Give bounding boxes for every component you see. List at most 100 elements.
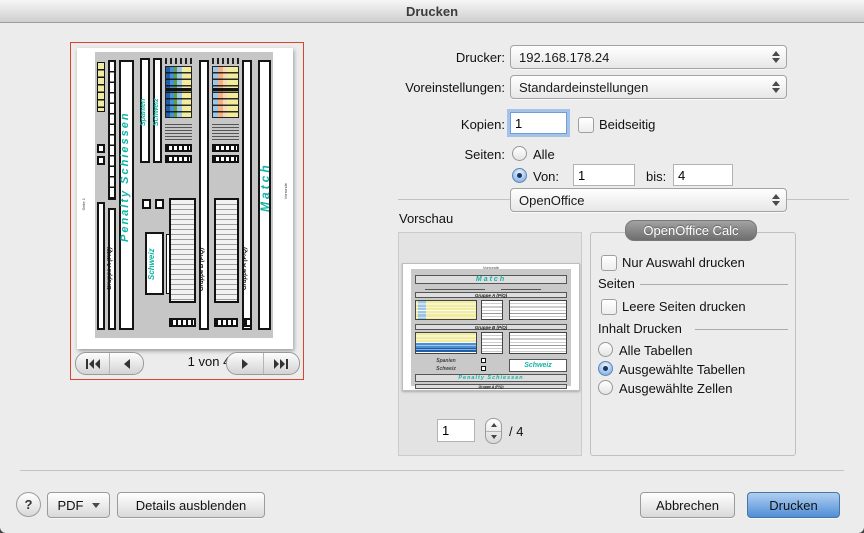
preview-shape [214, 318, 238, 327]
empty-pages-label: Leere Seiten drucken [622, 299, 746, 314]
preview-shape [481, 300, 503, 320]
preview-shape [212, 155, 239, 163]
preview-shape [108, 60, 116, 200]
stepper-down-button[interactable] [486, 432, 501, 444]
duplex-label: Beidseitig [599, 117, 655, 132]
last-page-button[interactable] [264, 353, 300, 374]
preview-team-switzerland: Schweiz [153, 77, 160, 147]
printer-popup-value: 192.168.178.24 [519, 50, 609, 65]
preview-shape [425, 287, 485, 290]
preview-round-label: Vorrunde [283, 183, 288, 199]
calc-panel-title: OpenOffice Calc [625, 220, 757, 241]
preview-colored-table-2 [212, 66, 239, 118]
pages-label: Seiten: [465, 147, 505, 162]
vorschau-label: Vorschau [399, 211, 453, 226]
pages-range-radio[interactable] [512, 168, 527, 183]
pages-to-label: bis: [646, 169, 666, 184]
popup-arrows-icon [772, 194, 780, 206]
preview-group-a-right: Gruppe A (P/Q) [242, 214, 248, 324]
details-toggle-button[interactable]: Details ausblenden [117, 492, 265, 518]
duplex-checkbox[interactable] [578, 117, 594, 133]
preview-shape [501, 287, 541, 290]
popup-arrows-icon [772, 51, 780, 63]
pdf-menu-button[interactable]: PDF [47, 492, 110, 518]
preview-pane: Seite 1 Vorrunde Gruppe A (P/Q) Penalty … [70, 42, 304, 380]
app-options-popup[interactable]: OpenOffice [510, 188, 787, 212]
vorschau-penalty-bar: Penalty Schiessen [415, 374, 567, 382]
section-line [640, 284, 788, 285]
preview-shape [481, 366, 486, 371]
only-selection-checkbox[interactable] [601, 255, 617, 271]
pages-section-label: Seiten [598, 276, 635, 291]
preview-shape [243, 318, 252, 327]
content-section-label: Inhalt Drucken [598, 321, 682, 336]
preview-shape [415, 300, 477, 320]
help-icon: ? [25, 497, 33, 512]
preview-group-a-left: Gruppe A (P/Q) [107, 214, 113, 324]
all-tables-label: Alle Tabellen [619, 343, 692, 358]
preview-page-thumbnail: Seite 1 Vorrunde Gruppe A (P/Q) Penalty … [77, 48, 293, 349]
popup-arrows-icon [772, 81, 780, 93]
vorschau-page-total: / 4 [509, 424, 523, 439]
cancel-button[interactable]: Abbrechen [640, 492, 735, 518]
app-options-popup-value: OpenOffice [519, 193, 585, 208]
vorschau-page-stepper [485, 418, 502, 444]
selected-tables-radio[interactable] [598, 361, 613, 376]
preview-shape [97, 202, 105, 330]
preview-shape [165, 155, 192, 163]
preview-shape [212, 144, 239, 152]
footer-separator [20, 470, 844, 471]
presets-label: Voreinstellungen: [405, 80, 505, 95]
preview-colored-table-1 [165, 66, 192, 118]
preview-shape [155, 199, 164, 209]
previous-page-icon [122, 359, 132, 369]
pages-to-input[interactable] [673, 164, 733, 186]
preview-nav-back-group [75, 352, 144, 375]
stepper-up-button[interactable] [486, 419, 501, 432]
preview-shape [415, 332, 477, 354]
vorschau-sheet-area: Match Gruppe A (P/Q) Gruppe B (P/Q) [411, 269, 571, 386]
vorschau-team-switzerland: Schweiz [423, 366, 469, 372]
printer-label: Drucker: [456, 50, 505, 65]
pages-from-input[interactable] [573, 164, 635, 186]
preview-shape [212, 122, 239, 140]
vorschau-box: Vorrunde Seite 1 Match Gruppe A (P/Q) Gr… [398, 232, 582, 456]
selected-tables-label: Ausgewählte Tabellen [619, 362, 745, 377]
chevron-down-icon [92, 503, 100, 508]
preview-shape [97, 62, 105, 112]
preview-shape [509, 300, 567, 320]
preview-shape [481, 358, 486, 363]
preview-sheet-area: Gruppe A (P/Q) Penalty Schiessen Spanien… [95, 52, 273, 338]
print-button[interactable]: Drucken [747, 492, 840, 518]
dialog-title: Drucken [406, 4, 458, 19]
all-tables-radio[interactable] [598, 342, 613, 357]
print-dialog: Drucken Seite 1 Vorrunde Gruppe A (P/Q) … [0, 0, 864, 533]
next-page-button[interactable] [227, 353, 263, 374]
vorschau-page-thumbnail: Vorrunde Seite 1 Match Gruppe A (P/Q) Gr… [402, 263, 580, 391]
preview-shape [169, 318, 196, 327]
preview-winner-box: Schweiz [147, 240, 156, 288]
printer-popup[interactable]: 192.168.178.24 [510, 45, 787, 69]
pages-all-radio[interactable] [512, 146, 527, 161]
preview-shape [169, 198, 196, 303]
preview-shape [509, 332, 567, 354]
help-button[interactable]: ? [16, 492, 41, 517]
selected-cells-radio[interactable] [598, 380, 613, 395]
vorschau-match-bar: Match [415, 275, 567, 284]
pages-from-label: Von: [533, 169, 559, 184]
copies-input[interactable] [510, 112, 567, 134]
preview-group-b: Gruppe B (P/Q) [199, 214, 205, 324]
first-page-button[interactable] [76, 353, 109, 374]
presets-popup[interactable]: Standardeinstellungen [510, 75, 787, 99]
previous-page-button[interactable] [110, 353, 143, 374]
vorschau-group-b-bar: Gruppe B (P/Q) [415, 324, 567, 330]
vorschau-page-input[interactable] [437, 419, 475, 442]
empty-pages-checkbox[interactable] [601, 299, 617, 315]
vorschau-team-spain: Spanien [423, 358, 469, 364]
section-line [695, 329, 788, 330]
preview-shape [97, 156, 105, 165]
pages-all-label: Alle [533, 147, 555, 162]
preview-nav-forward-group [226, 352, 300, 375]
preview-penalty-title: Penalty Schiessen [119, 122, 131, 242]
preview-shape [97, 144, 105, 153]
